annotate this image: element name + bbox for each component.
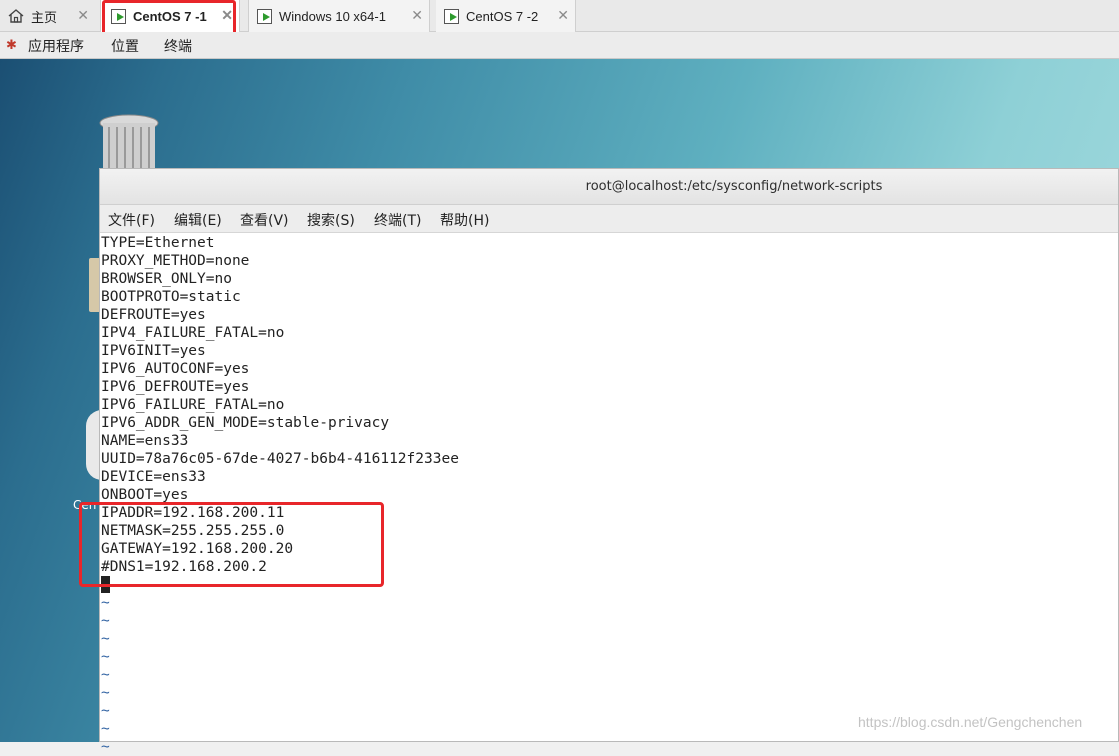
empty-line-marker: ~	[101, 649, 110, 665]
terminal-text-area[interactable]: TYPE=Ethernet PROXY_METHOD=none BROWSER_…	[101, 234, 1118, 755]
network-config-highlight-box	[79, 502, 384, 587]
empty-line-marker: ~	[101, 667, 110, 683]
home-icon	[8, 9, 24, 23]
vm-icon	[444, 8, 459, 24]
trash-icon[interactable]	[99, 113, 161, 169]
config-line: UUID=78a76c05-67de-4027-b6b4-416112f233e…	[101, 451, 459, 467]
close-icon[interactable]: ✕	[77, 7, 89, 23]
empty-line-marker: ~	[101, 613, 110, 629]
config-line: IPV6_FAILURE_FATAL=no	[101, 397, 285, 413]
config-line: TYPE=Ethernet	[101, 235, 215, 251]
empty-line-marker: ~	[101, 631, 110, 647]
close-icon[interactable]: ✕	[557, 7, 569, 23]
tab-windows-10[interactable]: Windows 10 x64-1 ✕	[248, 0, 430, 32]
tab-home[interactable]: 主页 ✕	[0, 0, 95, 32]
config-line: BOOTPROTO=static	[101, 289, 241, 305]
tab-label: 主页	[31, 9, 58, 25]
config-line: IPV6_ADDR_GEN_MODE=stable-privacy	[101, 415, 390, 431]
config-line: DEVICE=ens33	[101, 469, 206, 485]
menu-edit[interactable]: 编辑(E)	[174, 210, 222, 230]
menu-help[interactable]: 帮助(H)	[440, 210, 489, 230]
close-icon[interactable]: ✕	[411, 7, 423, 23]
watermark: https://blog.csdn.net/Gengchenchen	[858, 714, 1083, 730]
applications-icon: ✱	[6, 38, 17, 53]
config-line: DEFROUTE=yes	[101, 307, 206, 323]
terminal-menubar: 文件(F) 编辑(E) 查看(V) 搜索(S) 终端(T) 帮助(H)	[100, 205, 1118, 233]
menu-places[interactable]: 位置	[111, 36, 139, 56]
tab-label: Windows 10 x64-1	[279, 8, 386, 24]
empty-line-marker: ~	[101, 739, 110, 755]
config-line: IPV6_AUTOCONF=yes	[101, 361, 250, 377]
terminal-window: root@localhost:/etc/sysconfig/network-sc…	[99, 168, 1119, 755]
menu-applications[interactable]: 应用程序	[28, 36, 84, 56]
menu-file[interactable]: 文件(F)	[108, 210, 155, 230]
config-line: IPV4_FAILURE_FATAL=no	[101, 325, 285, 341]
empty-line-marker: ~	[101, 685, 110, 701]
menu-view[interactable]: 查看(V)	[240, 210, 289, 230]
tab-centos-7-2[interactable]: CentOS 7 -2 ✕	[436, 0, 576, 32]
config-line: BROWSER_ONLY=no	[101, 271, 232, 287]
config-line: IPV6_DEFROUTE=yes	[101, 379, 250, 395]
config-line: IPV6INIT=yes	[101, 343, 206, 359]
window-title: root@localhost:/etc/sysconfig/network-sc…	[100, 169, 1118, 205]
tab-label: CentOS 7 -2	[466, 8, 539, 24]
menu-search[interactable]: 搜索(S)	[307, 210, 355, 230]
config-line: NAME=ens33	[101, 433, 189, 449]
menu-terminal[interactable]: 终端	[164, 36, 192, 56]
gnome-top-bar: ✱ 应用程序 位置 终端	[0, 32, 1119, 59]
menu-terminal[interactable]: 终端(T)	[374, 210, 421, 230]
vm-icon	[257, 8, 272, 24]
config-line: PROXY_METHOD=none	[101, 253, 250, 269]
empty-line-marker: ~	[101, 595, 110, 611]
